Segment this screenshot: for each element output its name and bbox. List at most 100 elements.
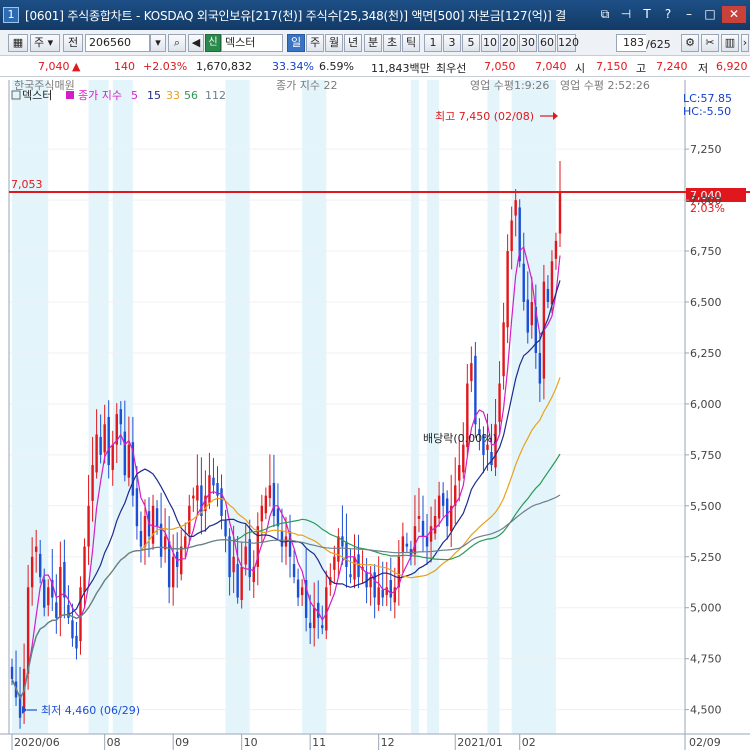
tab-day[interactable]: 일 [287, 34, 305, 52]
x-tick-label: 02 [522, 736, 536, 749]
candle-body [486, 444, 489, 450]
candle-body [530, 302, 534, 326]
chart-toolbar: ▦ 주 ▾ 전 206560 ▾ ⌕ ◀ 신 덱스터 일 주 월 년 분 초 틱… [0, 30, 750, 56]
whole-button[interactable]: 전 [63, 34, 83, 52]
tab-tick[interactable]: 틱 [402, 34, 420, 52]
candle-body [34, 546, 38, 552]
candle-body [107, 416, 110, 466]
candle-body [260, 505, 264, 522]
minimize-icon[interactable]: – [680, 6, 698, 23]
pin-icon[interactable]: ⊣ [617, 6, 635, 23]
shaded-band [112, 80, 133, 734]
speaker-icon[interactable]: ◀ [188, 34, 204, 52]
candle-body [494, 424, 497, 468]
candle-body [385, 587, 388, 596]
window-number: 1 [3, 7, 19, 23]
grid-icon[interactable]: ▦ [8, 34, 28, 52]
price-change: 140 [114, 60, 135, 73]
y-tick-label: 5,750 [690, 449, 722, 462]
search-icon[interactable]: ⌕ [168, 34, 186, 52]
volume: 1,670,832 [196, 60, 252, 73]
scroll-icon[interactable]: › [741, 34, 749, 52]
maximize-icon[interactable]: □ [701, 6, 719, 23]
tools-icon[interactable]: ✂ [701, 34, 719, 52]
interval-5[interactable]: 5 [462, 34, 480, 52]
candle-body [490, 452, 493, 466]
x-tick-label: 12 [381, 736, 395, 749]
candle-body [353, 556, 356, 580]
chart-svg[interactable]: 한국주식매원 종가 지수 22 영업 수평1:9:26 영업 수평 2:52:2… [0, 78, 750, 750]
stock-code-input[interactable]: 206560 [85, 34, 150, 52]
candle-body [345, 541, 348, 567]
candle-body [264, 495, 268, 514]
hc-label: HC:-5.50 [683, 105, 731, 118]
candle-body [381, 589, 384, 598]
candle-body [143, 516, 147, 547]
text-icon[interactable]: T [638, 6, 656, 23]
overlap-text-2: 종가 지수 22 [276, 79, 337, 92]
candle-body [558, 191, 562, 234]
candle-body [425, 536, 429, 547]
interval-20[interactable]: 20 [500, 34, 518, 52]
chevron-down-icon[interactable]: ▾ [150, 34, 166, 52]
candle-body [151, 505, 155, 544]
open-price: 7,150 [596, 60, 628, 73]
candle-body [405, 543, 409, 547]
candle-body [550, 261, 554, 305]
ask-price: 7,050 [484, 60, 516, 73]
x-tick-label: 2021/01 [457, 736, 503, 749]
candle-body [103, 424, 106, 453]
period-type-select[interactable]: 주 ▾ [30, 34, 60, 52]
y-tick-label: 4,750 [690, 653, 722, 666]
shaded-band [511, 80, 556, 734]
count-total: /625 [646, 38, 671, 51]
turnover: 6.59% [319, 60, 354, 73]
candle-body [236, 564, 239, 598]
low-label: 저 [698, 62, 709, 75]
shaded-band [427, 80, 440, 734]
tab-second[interactable]: 초 [383, 34, 401, 52]
dividend-annotation: 배당락(0.00%) [423, 432, 497, 445]
interval-1[interactable]: 1 [424, 34, 442, 52]
open-label: 시 [575, 62, 586, 75]
tab-minute[interactable]: 분 [364, 34, 382, 52]
candle-body [522, 263, 525, 302]
candle-body [498, 383, 501, 422]
candle-body [55, 602, 58, 618]
candle-body [188, 505, 191, 534]
y-tick-label: 6,000 [690, 398, 722, 411]
interval-3[interactable]: 3 [443, 34, 461, 52]
trade-amount: 11,843백만 [371, 62, 430, 75]
x-tick-label: 09 [175, 736, 189, 749]
candle-body [462, 444, 465, 473]
candle-body [224, 520, 227, 537]
x-tick-label: 08 [107, 736, 121, 749]
candle-body [296, 579, 300, 598]
tab-month[interactable]: 월 [325, 34, 343, 52]
candle-body [38, 553, 42, 578]
priority-label: 최우선 [436, 62, 467, 75]
candle-body [119, 409, 123, 425]
candle-body [67, 604, 70, 618]
change-percent: +2.03% [143, 60, 188, 73]
tab-year[interactable]: 년 [344, 34, 362, 52]
help-icon[interactable]: ? [659, 6, 677, 23]
interval-60[interactable]: 60 [538, 34, 556, 52]
tab-week[interactable]: 주 [306, 34, 324, 52]
candle-body [292, 564, 296, 578]
overlap-text-4: 영업 수평 2:52:26 [560, 79, 650, 92]
candle-body [135, 488, 139, 527]
interval-30[interactable]: 30 [519, 34, 537, 52]
price-chart[interactable]: 한국주식매원 종가 지수 22 영업 수평1:9:26 영업 수평 2:52:2… [0, 78, 750, 750]
close-icon[interactable]: ✕ [722, 6, 746, 23]
layout-icon[interactable]: ▥ [721, 34, 739, 52]
x-tick-label: 11 [312, 736, 326, 749]
restore-icon[interactable]: ⧉ [596, 6, 614, 23]
settings-icon[interactable]: ⚙ [681, 34, 699, 52]
candle-body [10, 666, 14, 680]
count-input[interactable]: 183 [616, 34, 646, 52]
interval-120[interactable]: 120 [557, 34, 579, 52]
high-label: 고 [636, 62, 647, 75]
candle-body [123, 431, 127, 476]
interval-10[interactable]: 10 [481, 34, 499, 52]
